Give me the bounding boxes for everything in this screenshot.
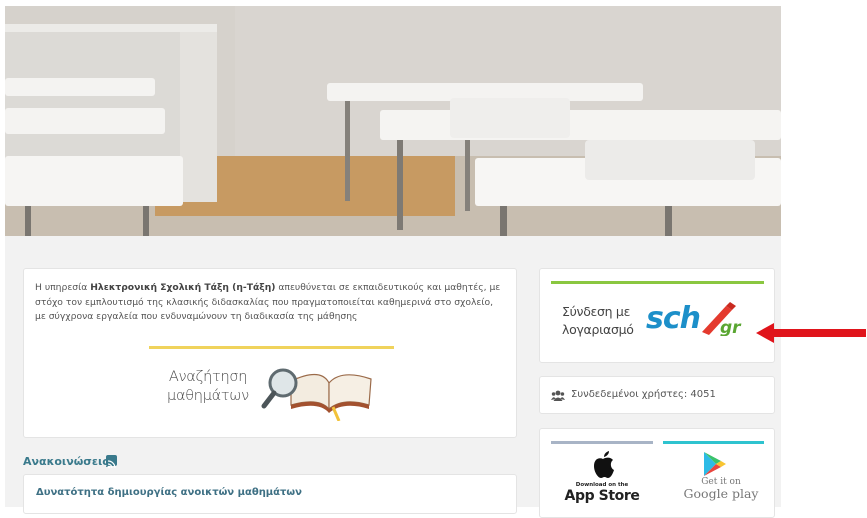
- course-search-button[interactable]: Αναζήτηση μαθημάτων: [149, 346, 394, 428]
- magnifier-book-icon: [261, 368, 372, 421]
- course-search-label: Αναζήτηση μαθημάτων: [167, 369, 249, 404]
- intro-card: Η υπηρεσία Ηλεκτρονική Σχολική Τάξη (η-Τ…: [23, 268, 517, 438]
- rss-icon[interactable]: [106, 455, 117, 469]
- googleplay-accent-rule: [663, 441, 764, 444]
- googleplay-label[interactable]: Google play: [671, 486, 771, 501]
- login-label: Σύνδεση με λογαριασμό: [562, 304, 634, 337]
- google-play-icon[interactable]: [703, 451, 727, 477]
- sch-login-card[interactable]: Σύνδεση με λογαριασμό sch gr: [539, 268, 775, 363]
- announcements-card: Δυνατότητα δημιουργίας ανοικτών μαθημάτω…: [23, 474, 517, 514]
- classroom-illustration: [5, 6, 781, 236]
- online-users-card: Συνδεδεμένοι χρήστες: 4051: [539, 376, 775, 414]
- announcements-title[interactable]: Ανακοινώσεις: [23, 455, 109, 468]
- page: Η υπηρεσία Ηλεκτρονική Σχολική Τάξη (η-Τ…: [0, 0, 867, 518]
- login-accent-rule: [551, 281, 764, 284]
- sch-gr-suffix: gr: [720, 318, 742, 336]
- red-arrow-icon: [756, 323, 866, 343]
- online-users-count: Συνδεδεμένοι χρήστες: 4051: [571, 389, 716, 400]
- users-icon: [551, 390, 565, 401]
- mobile-apps-card: Download on the App Store Get it on Goog…: [539, 428, 775, 518]
- search-accent-rule: [149, 346, 394, 349]
- apple-icon[interactable]: [591, 451, 615, 479]
- sch-logo: sch: [646, 301, 701, 336]
- sch-gr-logo-icon: gr: [702, 302, 742, 336]
- appstore-accent-rule: [551, 441, 653, 444]
- hero-banner-classroom-image: [5, 6, 781, 236]
- announcement-link[interactable]: Δυνατότητα δημιουργίας ανοικτών μαθημάτω…: [36, 487, 302, 498]
- intro-description: Η υπηρεσία Ηλεκτρονική Σχολική Τάξη (η-Τ…: [35, 282, 501, 322]
- appstore-label[interactable]: App Store: [562, 488, 642, 504]
